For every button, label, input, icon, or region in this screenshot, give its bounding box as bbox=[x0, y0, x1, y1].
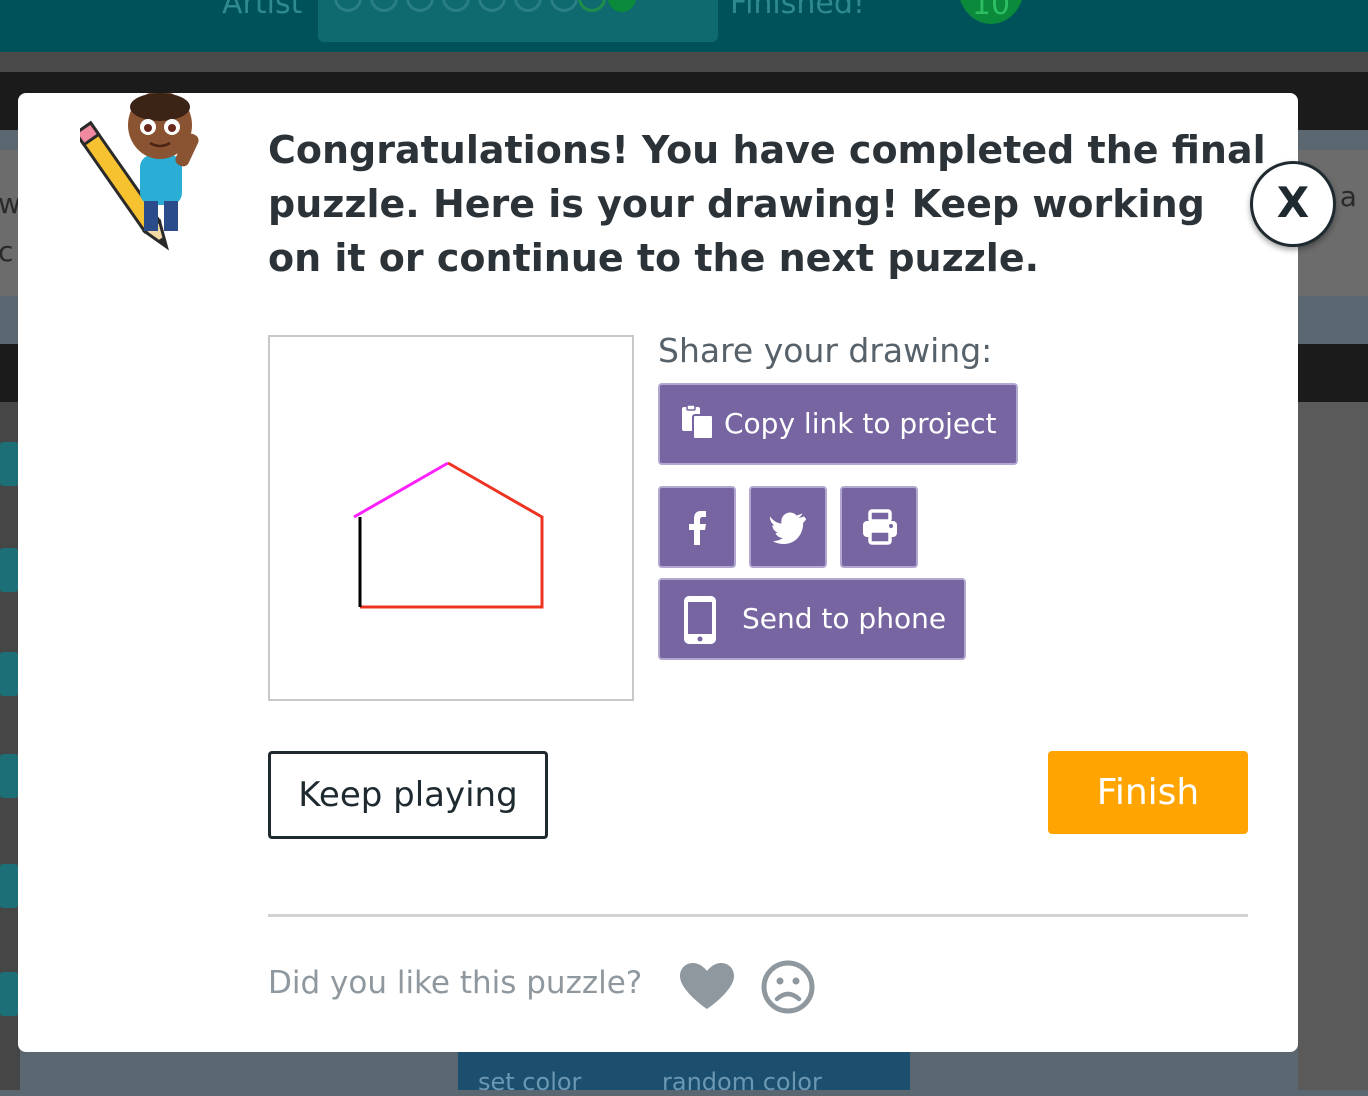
heart-icon[interactable] bbox=[678, 961, 736, 1011]
drawing-line-red bbox=[360, 461, 544, 609]
share-label: Share your drawing: bbox=[658, 331, 993, 370]
feedback-question: Did you like this puzzle? bbox=[268, 965, 643, 1001]
progress-dot bbox=[550, 0, 578, 12]
artist-mascot-icon bbox=[80, 93, 199, 251]
block-random-color: random color bbox=[662, 1068, 822, 1096]
print-button[interactable] bbox=[840, 486, 918, 568]
drawing-line-magenta bbox=[353, 461, 449, 519]
progress-dot bbox=[514, 0, 542, 12]
drawing-preview bbox=[268, 335, 634, 701]
send-to-phone-label: Send to phone bbox=[742, 602, 947, 635]
progress-dot bbox=[442, 0, 470, 12]
toolbox-block bbox=[0, 754, 18, 798]
app-strip bbox=[0, 52, 1368, 72]
finish-button[interactable]: Finish bbox=[1048, 751, 1248, 834]
progress-bar: 10 bbox=[318, 0, 1024, 42]
toolbox-block bbox=[0, 652, 18, 696]
progress-dot bbox=[578, 0, 606, 12]
phone-icon bbox=[684, 596, 716, 644]
drawing-canvas bbox=[353, 461, 544, 609]
print-icon bbox=[863, 509, 897, 545]
keep-playing-button[interactable]: Keep playing bbox=[268, 751, 548, 839]
workspace-right bbox=[1298, 402, 1368, 1090]
facebook-icon bbox=[689, 511, 706, 545]
copy-link-label: Copy link to project bbox=[724, 407, 997, 440]
twitter-icon bbox=[770, 512, 807, 544]
progress-dot bbox=[478, 0, 506, 12]
toolbox-block bbox=[0, 442, 18, 486]
completion-dialog: X Congratulations! You have completed th… bbox=[18, 93, 1336, 1052]
progress-dot bbox=[370, 0, 398, 12]
twitter-share-button[interactable] bbox=[749, 486, 827, 568]
toolbox-block bbox=[0, 864, 18, 908]
header-title: Artist bbox=[222, 0, 303, 21]
progress-dot bbox=[406, 0, 434, 12]
clipboard-icon bbox=[682, 405, 714, 440]
send-to-phone-button[interactable]: Send to phone bbox=[658, 578, 966, 660]
dialog-title: Congratulations! You have completed the … bbox=[268, 128, 1266, 280]
header-finished-label: Finished! bbox=[730, 0, 865, 21]
toolbox-block bbox=[0, 548, 18, 592]
block-set-color: set color bbox=[478, 1068, 582, 1096]
feedback-divider bbox=[268, 914, 1248, 917]
facebook-share-button[interactable] bbox=[658, 486, 736, 568]
app-header: Artist 10 Finished! bbox=[0, 0, 1368, 52]
progress-dot bbox=[608, 0, 636, 12]
frown-icon[interactable] bbox=[760, 959, 816, 1015]
progress-current-level: 10 bbox=[958, 0, 1024, 24]
copy-link-button[interactable]: Copy link to project bbox=[658, 383, 1018, 465]
toolbox bbox=[0, 402, 20, 1090]
workspace-blocks: set color random color bbox=[458, 1052, 910, 1096]
toolbox-block bbox=[0, 972, 18, 1016]
progress-dot bbox=[334, 0, 362, 12]
